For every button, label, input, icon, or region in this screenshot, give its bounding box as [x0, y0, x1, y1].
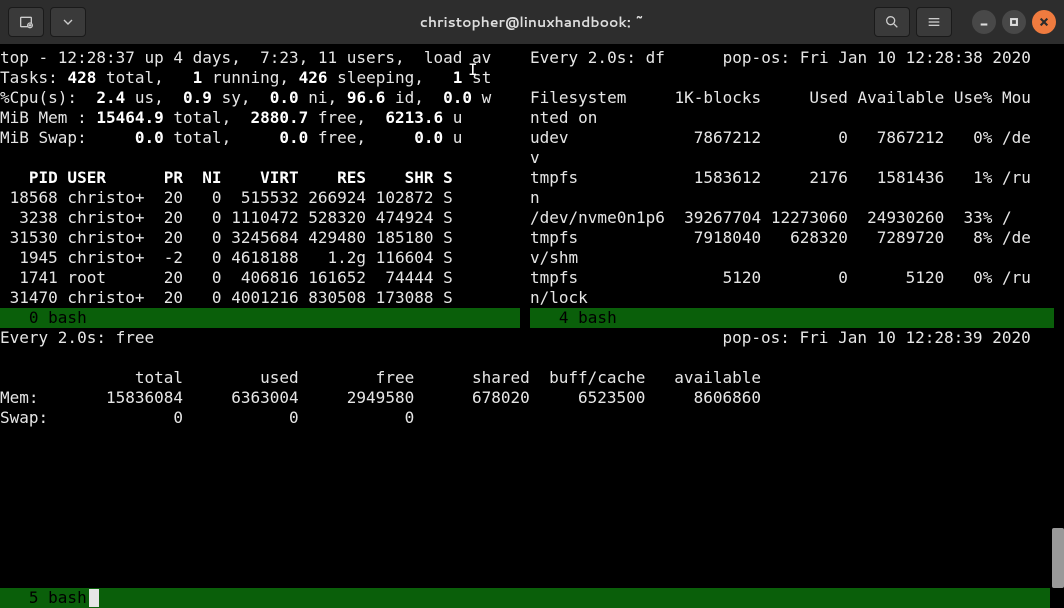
free-header: total used free shared buff/cache availa…: [0, 368, 761, 387]
window-titlebar: christopher@linuxhandbook: ~: [0, 0, 1064, 44]
top-row: 31530 christo+ 20 0 3245684 429480 18518…: [0, 228, 453, 247]
minimize-button[interactable]: [972, 10, 996, 34]
profile-menu-button[interactable]: [50, 7, 86, 37]
search-button[interactable]: [874, 7, 910, 37]
pane-free-statusbar: 5 bash: [0, 588, 1050, 608]
df-header: Filesystem 1K-blocks Used Available Use%…: [530, 88, 1031, 127]
hamburger-menu-button[interactable]: [916, 7, 952, 37]
df-row: /dev/nvme0n1p6 39267704 12273060 2493026…: [530, 208, 1012, 227]
df-row: tmpfs 7918040 628320 7289720 8% /de v/sh…: [530, 228, 1031, 267]
pane-df-statusbar: 4 bash: [530, 308, 1054, 328]
free-cmd: Every 2.0s: free: [0, 328, 154, 347]
maximize-button[interactable]: [1002, 10, 1026, 34]
free-swap-row: Swap: 0 0 0: [0, 408, 414, 427]
pane-free[interactable]: Every 2.0s: free pop-os: Fri Jan 10 12:2…: [0, 328, 1050, 428]
top-row: 1945 christo+ -2 0 4618188 1.2g 116604 S: [0, 248, 453, 267]
cursor-icon: [89, 589, 99, 607]
pane-divider-vertical[interactable]: [521, 44, 529, 328]
pane-top[interactable]: top - 12:28:37 up 4 days, 7:23, 11 users…: [0, 48, 520, 308]
terminal-body: top - 12:28:37 up 4 days, 7:23, 11 users…: [0, 44, 1064, 605]
top-row: 18568 christo+ 20 0 515532 266924 102872…: [0, 188, 453, 207]
close-button[interactable]: [1032, 10, 1056, 34]
top-row: 31470 christo+ 20 0 4001216 830508 17308…: [0, 288, 453, 307]
new-tab-button[interactable]: [8, 7, 44, 37]
df-row: tmpfs 5120 0 5120 0% /ru n/lock: [530, 268, 1031, 307]
df-row: tmpfs 1583612 2176 1581436 1% /ru n: [530, 168, 1031, 207]
df-stamp: pop-os: Fri Jan 10 12:28:38 2020: [723, 48, 1031, 67]
pane-df[interactable]: Every 2.0s: df pop-os: Fri Jan 10 12:28:…: [530, 48, 1054, 308]
free-stamp: pop-os: Fri Jan 10 12:28:39 2020: [722, 328, 1030, 347]
text-cursor-icon: I: [468, 60, 478, 80]
top-row: 3238 christo+ 20 0 1110472 528320 474924…: [0, 208, 453, 227]
df-cmd: Every 2.0s: df: [530, 48, 665, 67]
pane-top-statusbar: 0 bash: [0, 308, 520, 328]
top-row: 1741 root 20 0 406816 161652 74444 S: [0, 268, 453, 287]
free-mem-row: Mem: 15836084 6363004 2949580 678020 652…: [0, 388, 761, 407]
top-summary-line: top - 12:28:37 up 4 days, 7:23, 11 users…: [0, 48, 491, 67]
scrollbar[interactable]: [1052, 528, 1064, 588]
df-row: udev 7867212 0 7867212 0% /de v: [530, 128, 1031, 167]
top-header: PID USER PR NI VIRT RES SHR S: [0, 168, 453, 187]
